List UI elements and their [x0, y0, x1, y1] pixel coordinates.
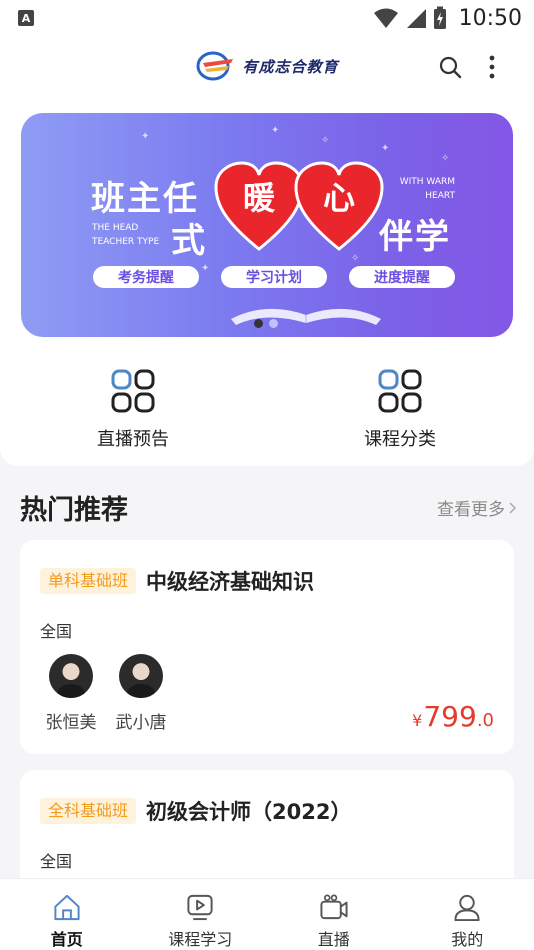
quick-entry-course-category[interactable]: 课程分类 [340, 369, 460, 451]
tab-course-study[interactable]: 课程学习 [134, 879, 268, 950]
app-header: 有成志合教育 [0, 36, 534, 96]
heart-word-2: 心 [323, 179, 355, 217]
price-currency: ¥ [412, 711, 423, 730]
tab-label: 我的 [451, 930, 484, 949]
quick-entry-label: 直播预告 [97, 429, 169, 450]
bottom-tab-bar: 首页 课程学习 直播 我的 [0, 878, 534, 950]
teacher: 张恒美 [45, 654, 97, 733]
logo-mark-icon [196, 51, 234, 81]
tab-label: 首页 [50, 930, 83, 949]
more-menu-icon[interactable] [482, 54, 502, 80]
banner-en-right: WITH WARM HEART [399, 177, 455, 201]
search-icon[interactable] [438, 55, 462, 79]
promo-banner[interactable]: ✦ ✧ ✦ ✧ ✦ ✧ ✦ 班主任 THE HEAD TEACHER TYPE … [21, 113, 513, 337]
course-title: 初级会计师（2022） [146, 800, 352, 824]
tab-label: 课程学习 [168, 930, 233, 949]
home-icon [54, 894, 80, 921]
course-region: 全国 [40, 852, 73, 871]
grid-icon [111, 369, 155, 413]
battery-icon [433, 6, 446, 29]
course-title: 中级经济基础知识 [146, 570, 315, 594]
banner-pill-3: 进度提醒 [349, 266, 455, 288]
banner-en-left: THE HEAD TEACHER TYPE [92, 223, 160, 247]
quick-entry-label: 课程分类 [364, 429, 436, 450]
course-region: 全国 [40, 622, 73, 641]
tab-mine[interactable]: 我的 [401, 879, 534, 950]
tab-live[interactable]: 直播 [267, 879, 401, 950]
avatar [49, 654, 93, 698]
tab-home[interactable]: 首页 [0, 879, 134, 950]
wifi-icon [373, 8, 398, 28]
notification-a-icon: A [18, 10, 34, 26]
price-integer: 799 [423, 700, 477, 733]
carousel-dot-active[interactable] [254, 319, 263, 328]
play-icon [187, 894, 213, 921]
teacher-name: 武小唐 [115, 713, 167, 733]
open-book-icon [231, 308, 381, 325]
quick-entry-live-preview[interactable]: 直播预告 [73, 369, 193, 451]
top-section: 有成志合教育 ✦ ✧ ✦ ✧ ✦ ✧ ✦ 班主任 THE HEAD TEACHE… [0, 36, 534, 466]
course-tag: 全科基础班 [40, 798, 137, 824]
signal-icon [406, 9, 426, 28]
course-card[interactable]: 单科基础班 中级经济基础知识 全国 张恒美 武小唐 ¥ 799 .0 [20, 540, 514, 754]
price-decimal: .0 [476, 710, 494, 731]
banner-pill-2: 学习计划 [221, 266, 327, 288]
recommend-header: 热门推荐 查看更多 [20, 488, 516, 527]
user-icon [454, 894, 480, 922]
teacher: 武小唐 [115, 654, 167, 733]
avatar [119, 654, 163, 698]
grid-icon [378, 369, 422, 413]
teacher-list: 张恒美 武小唐 [45, 654, 167, 733]
heart-word-1: 暖 [243, 179, 276, 217]
camera-icon [320, 894, 348, 920]
status-time: 10:50 [458, 5, 522, 31]
see-more-link[interactable]: 查看更多 [437, 495, 516, 520]
banner-title-right: 伴学 [379, 217, 451, 257]
teacher-name: 张恒美 [45, 713, 97, 733]
course-price: ¥ 799 .0 [412, 700, 494, 733]
hearts-icon: 暖 心 [214, 161, 384, 251]
section-title: 热门推荐 [20, 495, 128, 526]
chevron-right-icon [509, 501, 516, 514]
banner-title-line2: 式 [171, 221, 205, 261]
status-bar: A 10:50 [0, 0, 534, 36]
banner-carousel-dots [254, 319, 278, 328]
carousel-dot[interactable] [269, 319, 278, 328]
course-card[interactable]: 全科基础班 初级会计师（2022） 全国 [20, 770, 514, 890]
tab-label: 直播 [317, 930, 350, 949]
see-more-label: 查看更多 [437, 500, 505, 520]
app-logo: 有成志合教育 [195, 50, 338, 82]
logo-text: 有成志合教育 [242, 57, 339, 76]
banner-pill-1: 考务提醒 [93, 266, 199, 288]
course-tag: 单科基础班 [40, 568, 137, 594]
